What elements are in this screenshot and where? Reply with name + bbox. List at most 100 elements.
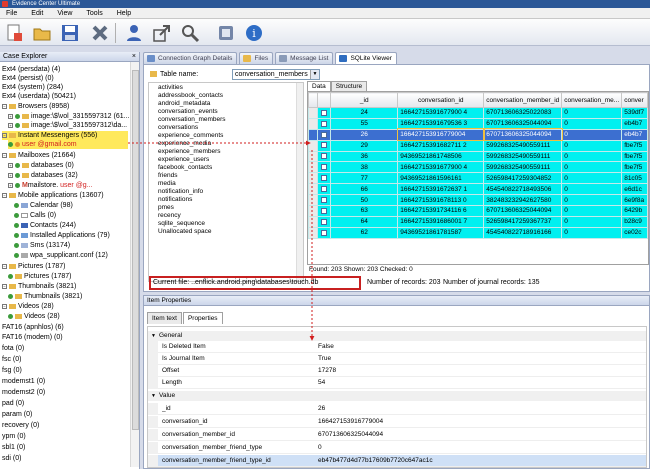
search-icon[interactable] <box>180 23 200 43</box>
table-name-select[interactable]: conversation_members ▼ <box>232 69 320 80</box>
collapse-icon[interactable]: ▼ <box>151 391 156 401</box>
tree-item[interactable]: Calls (0) <box>14 211 56 220</box>
checkbox[interactable] <box>321 153 328 160</box>
close-icon[interactable]: × <box>132 52 136 62</box>
table-list-item[interactable]: experience_users <box>158 156 209 164</box>
checkbox[interactable] <box>321 120 328 127</box>
property-row[interactable]: conversation_member_friend_type 0 <box>148 442 646 454</box>
table-row[interactable]: 77 94369521861596161 526598417259304852 0 81… <box>308 172 648 185</box>
property-row[interactable]: conversation_member_friend_type_id eb47b4… <box>148 455 646 467</box>
tree-item-mailboxes[interactable]: − Mailboxes (21664) <box>2 151 76 160</box>
save-icon[interactable] <box>60 23 80 43</box>
export-icon[interactable] <box>152 23 172 43</box>
property-row[interactable]: _id 26 <box>148 403 646 415</box>
row-checkbox-cell[interactable] <box>316 183 332 196</box>
scrollbar-thumb[interactable] <box>132 70 139 430</box>
row-checkbox-cell[interactable] <box>316 107 332 119</box>
table-row[interactable]: 62 94369521861781587 454540822718916166 0 ce… <box>308 226 648 239</box>
property-row[interactable]: Is Deleted Item False <box>148 341 646 353</box>
tree-item[interactable]: + databases (32) <box>8 171 78 180</box>
collapse-icon[interactable]: ▼ <box>151 331 156 341</box>
row-checkbox-cell[interactable] <box>316 150 332 163</box>
property-row[interactable]: Length 54 <box>148 377 646 389</box>
tab-sqlite-viewer[interactable]: SQLite Viewer <box>335 52 397 64</box>
delete-icon[interactable] <box>90 23 110 43</box>
tree-item[interactable]: Thumbnails (3821) <box>8 292 82 301</box>
row-checkbox-cell[interactable] <box>316 205 332 217</box>
tree-item[interactable]: pad (0) <box>2 399 24 408</box>
table-list-item[interactable]: friends <box>158 172 178 180</box>
tree-item[interactable]: Videos (28) <box>8 312 60 321</box>
row-checkbox-cell[interactable] <box>316 128 332 141</box>
tab-item-text[interactable]: Item text <box>147 312 182 324</box>
column-header[interactable]: conversation_me... <box>561 92 623 108</box>
property-row[interactable]: conversation_id 166427153916779004 <box>148 416 646 428</box>
tab-data[interactable]: Data <box>307 81 331 91</box>
tree-item[interactable]: sdi (0) <box>2 454 21 463</box>
row-checkbox-cell[interactable] <box>316 117 332 130</box>
table-list-item[interactable]: sqlite_sequence <box>158 220 205 228</box>
tab-connection-graph[interactable]: Connection Graph Details <box>143 52 238 64</box>
menu-view[interactable]: View <box>57 8 72 18</box>
checkbox[interactable] <box>321 207 328 214</box>
property-row[interactable]: Is Journal Item True <box>148 353 646 365</box>
column-header[interactable]: conver <box>621 92 648 108</box>
menu-tools[interactable]: Tools <box>86 8 102 18</box>
row-checkbox-cell[interactable] <box>316 161 332 174</box>
table-list-item[interactable]: conversation_members <box>158 116 226 124</box>
tab-structure[interactable]: Structure <box>330 81 368 91</box>
user-icon[interactable] <box>124 23 144 43</box>
help-icon[interactable]: i <box>244 23 264 43</box>
tree-item[interactable]: fsc (0) <box>2 355 21 364</box>
tree-item[interactable]: Sms (13174) <box>14 241 70 250</box>
checkbox[interactable] <box>321 229 328 236</box>
tree-item[interactable]: wpa_supplicant.conf (12) <box>14 251 108 260</box>
table-list-item[interactable]: notifications <box>158 196 192 204</box>
table-list-item[interactable]: recency <box>158 212 181 220</box>
tree-item[interactable]: FAT16 (apnhlos) (6) <box>2 323 64 332</box>
table-list-item[interactable]: conversations <box>158 124 198 132</box>
tree-item[interactable]: + image:\$\vol_3315597312\da... <box>8 121 127 130</box>
table-list-item[interactable]: Unallocated space <box>158 228 211 236</box>
tree-item[interactable]: modemst2 (0) <box>2 388 45 397</box>
table-row[interactable]: 63 16642715391734116 6 670713606325044094 0… <box>308 205 648 217</box>
row-checkbox-cell[interactable] <box>316 194 332 207</box>
table-list-item[interactable]: notification_info <box>158 188 203 196</box>
category-value[interactable]: ▼ Value <box>148 391 646 401</box>
tab-properties[interactable]: Properties <box>182 312 223 324</box>
table-row[interactable]: 24 16642715391677900 4 670713606325022083 0… <box>308 107 648 119</box>
tree-item[interactable]: Ext4 (persist) (0) <box>2 74 54 83</box>
tree-item[interactable]: FAT16 (modem) (0) <box>2 333 63 342</box>
tree-item-pictures[interactable]: − Pictures (1787) <box>2 262 65 271</box>
table-list-item[interactable]: experience_comments <box>158 132 223 140</box>
checkbox[interactable] <box>321 175 328 182</box>
tree-item[interactable]: Ext4 (system) (284) <box>2 83 63 92</box>
table-row[interactable]: 38 16642715391677900 4 599268325490559111 0… <box>308 161 648 174</box>
tree-item[interactable]: Ext4 (persdata) (4) <box>2 65 60 74</box>
tree-item-thumbnails[interactable]: − Thumbnails (3821) <box>2 282 76 291</box>
category-general[interactable]: ▼ General <box>148 331 646 341</box>
checkbox[interactable] <box>321 142 328 149</box>
tree-item[interactable]: fsg (0) <box>2 366 22 375</box>
row-checkbox-cell[interactable] <box>316 215 332 228</box>
chevron-down-icon[interactable]: ▼ <box>310 70 319 79</box>
row-checkbox-cell[interactable] <box>316 139 332 152</box>
row-checkbox-cell[interactable] <box>316 172 332 185</box>
property-row[interactable]: conversation_member_id 670713606325044094 <box>148 429 646 441</box>
tree-item[interactable]: sbl1 (0) <box>2 443 25 452</box>
checkbox[interactable] <box>321 218 328 225</box>
tree-item[interactable]: recovery (0) <box>2 421 39 430</box>
table-row[interactable]: 29 16642715391682711 2 599268325490559111 0… <box>308 139 648 152</box>
table-list-item[interactable]: android_metadata <box>158 100 210 108</box>
table-list-item[interactable]: experience_members <box>158 148 221 156</box>
tree-item[interactable]: + image:\$\vol_3315597312 (61... <box>8 112 129 121</box>
table-list-item[interactable]: pmes <box>158 204 174 212</box>
checkbox[interactable] <box>321 196 328 203</box>
table-row[interactable]: 36 94369521861748506 599268325490559111 0 fb… <box>308 150 648 163</box>
tree-item[interactable]: Pictures (1787) <box>8 272 71 281</box>
tree-item-videos[interactable]: − Videos (28) <box>2 302 54 311</box>
table-row[interactable]: 66 16642715391672637 1 454540822718493506 0… <box>308 183 648 196</box>
tree-scrollbar[interactable] <box>130 62 139 467</box>
table-row[interactable]: 50 16642715391678113 0 382483232942627580 0… <box>308 194 648 207</box>
tree-item-user-account[interactable]: user @gmail.com <box>8 140 128 149</box>
